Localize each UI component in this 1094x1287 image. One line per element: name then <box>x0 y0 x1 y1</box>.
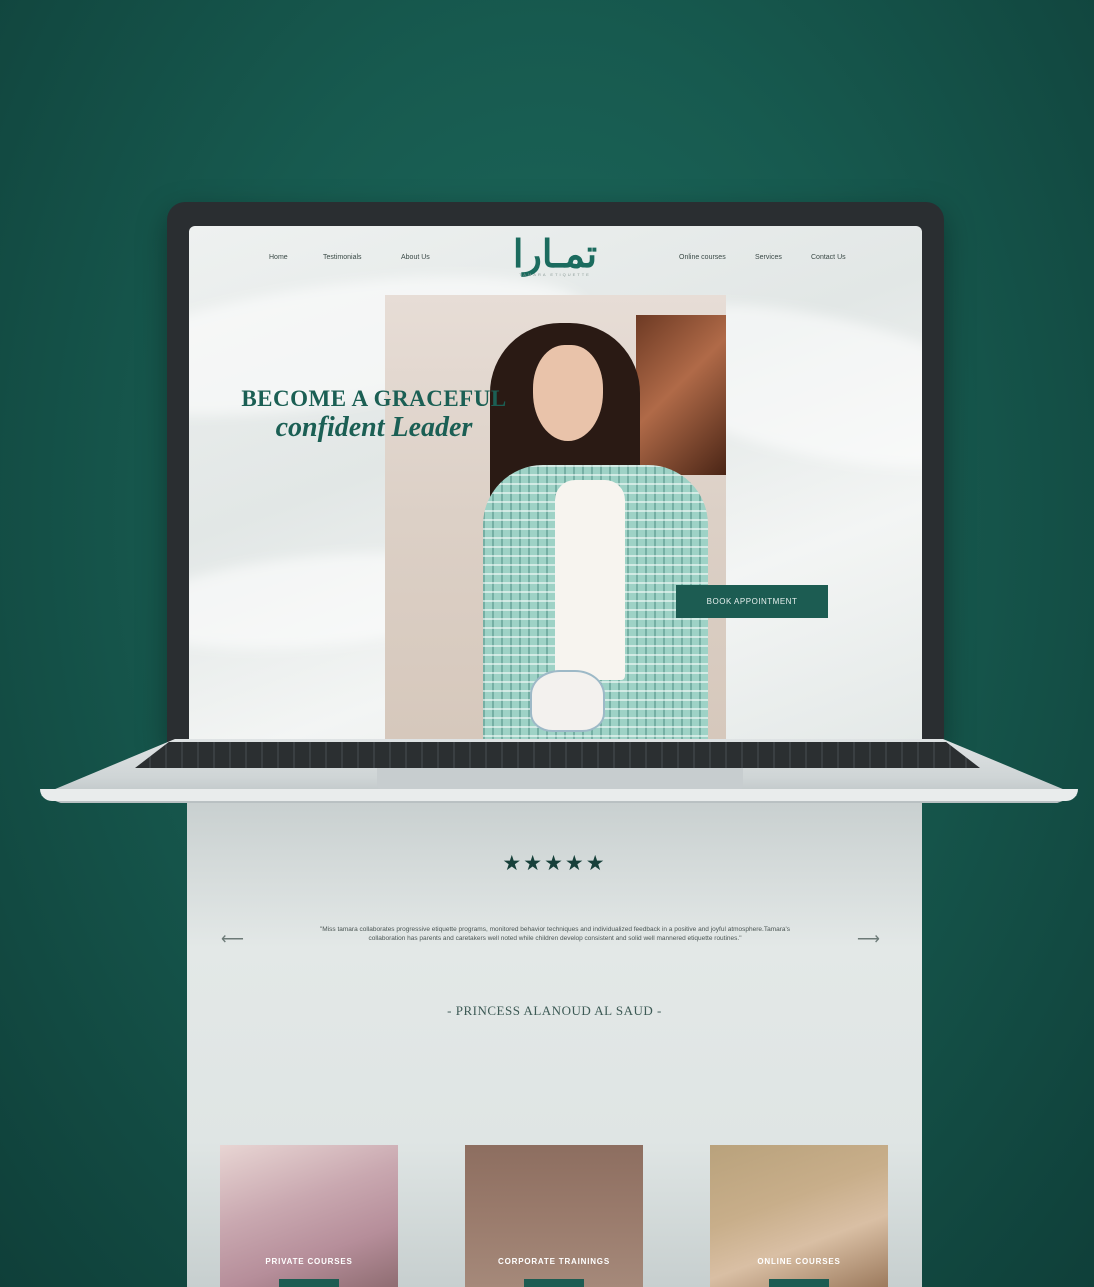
course-card-private[interactable]: PRIVATE COURSES <box>220 1145 398 1287</box>
course-card-label: PRIVATE COURSES <box>265 1257 353 1266</box>
next-arrow-icon[interactable]: ⟶ <box>857 929 880 949</box>
portrait-face <box>533 345 603 441</box>
nav-home[interactable]: Home <box>269 254 288 261</box>
nav-online-courses[interactable]: Online courses <box>679 254 726 261</box>
testimonial-quote: "Miss tamara collaborates progressive et… <box>320 926 790 942</box>
portrait-blouse <box>555 480 625 680</box>
logo-arabic-text: تمـارا <box>512 231 598 276</box>
nav-contact-us[interactable]: Contact Us <box>811 254 846 261</box>
hero-headline-line1: BECOME A GRACEFUL <box>241 386 507 411</box>
background-artwork <box>636 315 726 475</box>
top-navigation: Home Testimonials About Us تمـارا TAMARA… <box>189 226 922 286</box>
nav-testimonials[interactable]: Testimonials <box>323 254 362 261</box>
brand-logo[interactable]: تمـارا TAMARA ETIQUETTE <box>495 231 615 278</box>
rating-stars: ★★★★★ <box>502 852 607 875</box>
hero-portrait-image <box>385 295 726 741</box>
teapot <box>530 670 605 732</box>
course-card-corporate[interactable]: CORPORATE TRAININGS <box>465 1145 643 1287</box>
course-card-online[interactable]: ONLINE COURSES <box>710 1145 888 1287</box>
laptop-keyboard <box>135 742 980 768</box>
course-card-label: CORPORATE TRAININGS <box>498 1257 610 1266</box>
testimonial-author: - PRINCESS ALANOUD AL SAUD - <box>447 1003 662 1018</box>
prev-arrow-icon[interactable]: ⟵ <box>221 929 244 949</box>
course-card-button[interactable] <box>524 1279 584 1287</box>
testimonials-section: ★★★★★ ⟵ ⟶ "Miss tamara collaborates prog… <box>187 803 922 1287</box>
course-card-label: ONLINE COURSES <box>757 1257 841 1266</box>
nav-about-us[interactable]: About Us <box>401 254 430 261</box>
nav-services[interactable]: Services <box>755 254 782 261</box>
course-card-button[interactable] <box>769 1279 829 1287</box>
hero-headline: BECOME A GRACEFUL confident Leader <box>229 386 519 444</box>
book-appointment-button[interactable]: BOOK APPOINTMENT <box>676 585 828 618</box>
course-card-button[interactable] <box>279 1279 339 1287</box>
hero-headline-line2: confident Leader <box>275 412 473 443</box>
laptop-base-lip <box>40 789 1078 801</box>
laptop-trackpad <box>377 768 743 790</box>
website-screen: Home Testimonials About Us تمـارا TAMARA… <box>189 226 922 741</box>
